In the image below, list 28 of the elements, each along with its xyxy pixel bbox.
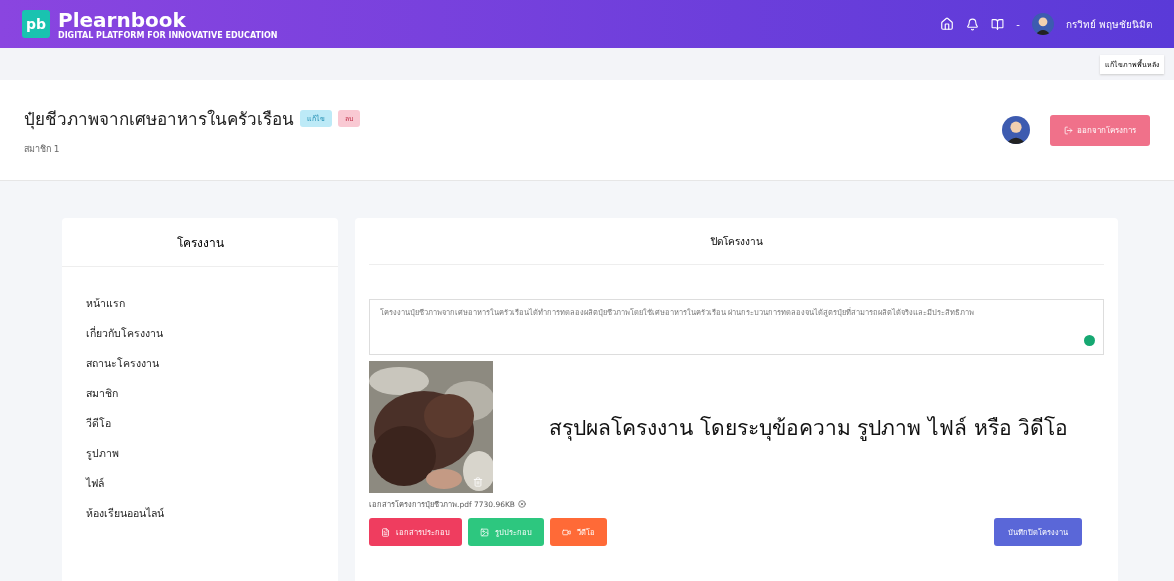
instruction-text: สรุปผลโครงงาน โดยระบุข้อความ รูปภาพ ไฟล์ หรือ วิดีโอ	[549, 414, 1069, 443]
sidebar-item[interactable]: หน้าแรก	[86, 295, 314, 312]
logout-icon	[1064, 125, 1073, 135]
sidebar-item[interactable]: ไฟล์	[86, 475, 314, 492]
video-icon	[562, 527, 571, 537]
sidebar-title: โครงงาน	[62, 218, 338, 267]
sidebar-item[interactable]: รูปภาพ	[86, 445, 314, 462]
book-icon[interactable]	[991, 17, 1005, 31]
user-name[interactable]: กรวิทย์ พฤษชัยนิมิต	[1065, 16, 1152, 32]
avatar	[1002, 116, 1030, 144]
panel-title: ปิดโครงงาน	[369, 218, 1104, 265]
remove-file-icon[interactable]	[518, 500, 526, 508]
separator: -	[1016, 18, 1020, 30]
sidebar-item[interactable]: ห้องเรียนออนไลน์	[86, 505, 314, 522]
image-icon	[480, 527, 489, 537]
sidebar-item[interactable]: สมาชิก	[86, 385, 314, 402]
sidebar-item[interactable]: สถานะโครงงาน	[86, 355, 314, 372]
project-title: ปุ๋ยชีวภาพจากเศษอาหารในครัวเรือน	[24, 107, 294, 132]
brand-name: Plearnbook	[58, 8, 186, 31]
home-icon[interactable]	[940, 17, 955, 31]
brand-tagline: DIGITAL PLATFORM FOR INNOVATIVE EDUCATION	[58, 30, 278, 40]
bell-icon[interactable]	[966, 17, 980, 31]
sidebar-item[interactable]: วีดีโอ	[86, 415, 314, 432]
avatar	[1031, 13, 1054, 35]
member-count: สมาชิก 1	[24, 142, 61, 156]
document-icon	[381, 527, 390, 537]
sidebar-item[interactable]: เกี่ยวกับโครงงาน	[86, 325, 314, 342]
logo-mark: pb	[22, 10, 50, 38]
